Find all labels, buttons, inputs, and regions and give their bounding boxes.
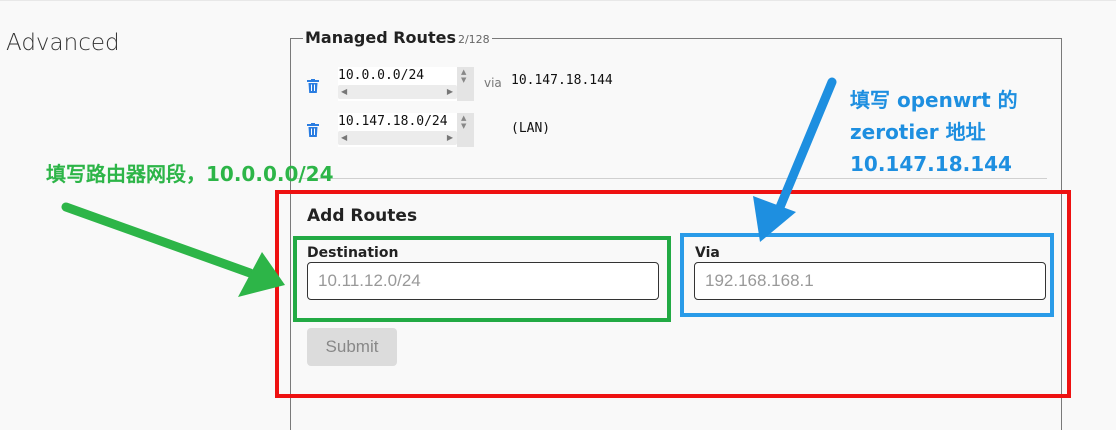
down-arrow-icon: ▼ (461, 122, 467, 130)
route-via-value: (LAN) (511, 121, 551, 136)
scroll-left-icon: ◀ (341, 87, 348, 96)
destination-annotation: 填写路由器网段，10.0.0.0/24 (46, 162, 334, 186)
top-divider (0, 0, 1116, 1)
scroll-right-icon: ▶ (446, 133, 453, 142)
route-row: 10.147.18.0/24 ▲ ▼ ◀ ▶ (LAN) (305, 113, 645, 149)
trash-icon[interactable] (307, 79, 319, 93)
scroll-left-icon: ◀ (341, 133, 348, 142)
down-arrow-icon: ▼ (461, 76, 467, 84)
via-annotation: 填写 openwrt 的 zerotier 地址 10.147.18.144 (850, 84, 1018, 180)
via-highlight-box (680, 233, 1054, 317)
route-spinner[interactable]: ▲ ▼ (457, 67, 474, 101)
up-arrow-icon: ▲ (461, 68, 467, 76)
scroll-right-icon: ▶ (446, 87, 453, 96)
destination-highlight-box (293, 236, 671, 322)
green-arrow-shaft (61, 202, 255, 278)
route-row: 10.0.0.0/24 ▲ ▼ ◀ ▶ via 10.147.18.144 (305, 67, 645, 103)
route-target-field[interactable]: 10.147.18.0/24 ▲ ▼ ◀ ▶ (338, 113, 474, 147)
managed-routes-count: 2/128 (457, 33, 490, 46)
route-spinner[interactable]: ▲ ▼ (457, 113, 474, 147)
route-target-field[interactable]: 10.0.0.0/24 ▲ ▼ ◀ ▶ (338, 67, 474, 101)
route-target: 10.0.0.0/24 (338, 68, 425, 83)
via-annotation-line: 10.147.18.144 (850, 152, 1012, 176)
route-via-value: 10.147.18.144 (511, 73, 613, 88)
via-annotation-line: zerotier 地址 (850, 120, 986, 144)
managed-routes-title: Managed Routes (305, 28, 456, 47)
route-horizontal-scrollbar[interactable]: ◀ ▶ (338, 85, 457, 99)
up-arrow-icon: ▲ (461, 114, 467, 122)
route-horizontal-scrollbar[interactable]: ◀ ▶ (338, 131, 457, 145)
trash-icon[interactable] (307, 123, 319, 137)
route-via-label: via (484, 76, 502, 90)
managed-routes-legend: Managed Routes 2/128 (303, 28, 492, 47)
route-target: 10.147.18.0/24 (338, 114, 448, 129)
via-annotation-line: 填写 openwrt 的 (850, 88, 1018, 112)
section-title: Advanced (6, 30, 120, 56)
